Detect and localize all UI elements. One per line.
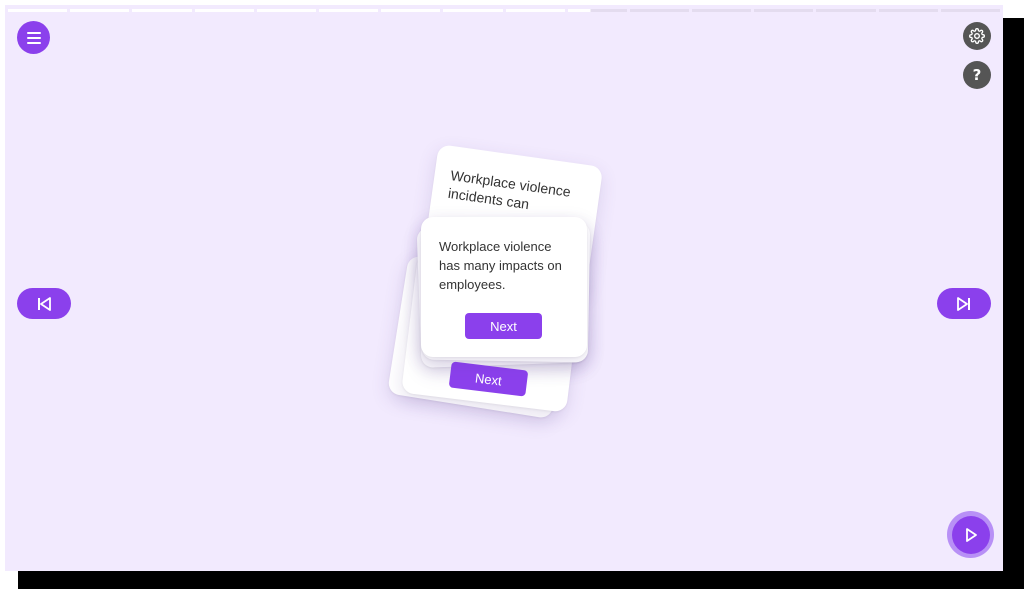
next-slide-button[interactable]	[937, 288, 991, 319]
flashcard-current: Workplace violence has many impacts on e…	[421, 217, 587, 357]
settings-button[interactable]	[963, 22, 991, 50]
lesson-viewport: ? Workplace violence incidents can Next …	[5, 5, 1003, 571]
progress-segment	[132, 9, 192, 12]
help-icon: ?	[972, 66, 982, 84]
play-button-inner	[951, 515, 990, 554]
play-icon	[965, 527, 977, 542]
progress-segment	[754, 9, 814, 12]
hamburger-icon	[26, 31, 41, 44]
play-button[interactable]	[947, 511, 994, 558]
progress-segment	[194, 9, 254, 12]
gear-icon	[969, 28, 985, 44]
skip-forward-icon	[957, 296, 970, 311]
progress-bar	[8, 9, 1000, 12]
progress-segment	[8, 9, 68, 12]
progress-segment-current	[567, 9, 627, 12]
progress-segment	[692, 9, 752, 12]
progress-segment	[629, 9, 690, 12]
progress-segment	[878, 9, 938, 12]
progress-segment	[256, 9, 316, 12]
progress-segment	[940, 9, 1000, 12]
skip-back-icon	[38, 296, 51, 311]
progress-segment	[70, 9, 130, 12]
flashcard-previous-text: Workplace violence incidents can	[447, 167, 572, 213]
progress-segment	[318, 9, 379, 12]
menu-button[interactable]	[17, 21, 50, 54]
progress-segment	[816, 9, 876, 12]
progress-segment	[443, 9, 503, 12]
progress-segment	[505, 9, 565, 12]
flashcard-text: Workplace violence has many impacts on e…	[439, 239, 562, 292]
flashcard-next-button[interactable]: Next	[465, 313, 542, 339]
progress-segment	[381, 9, 441, 12]
help-button[interactable]: ?	[963, 61, 991, 89]
previous-slide-button[interactable]	[17, 288, 71, 319]
